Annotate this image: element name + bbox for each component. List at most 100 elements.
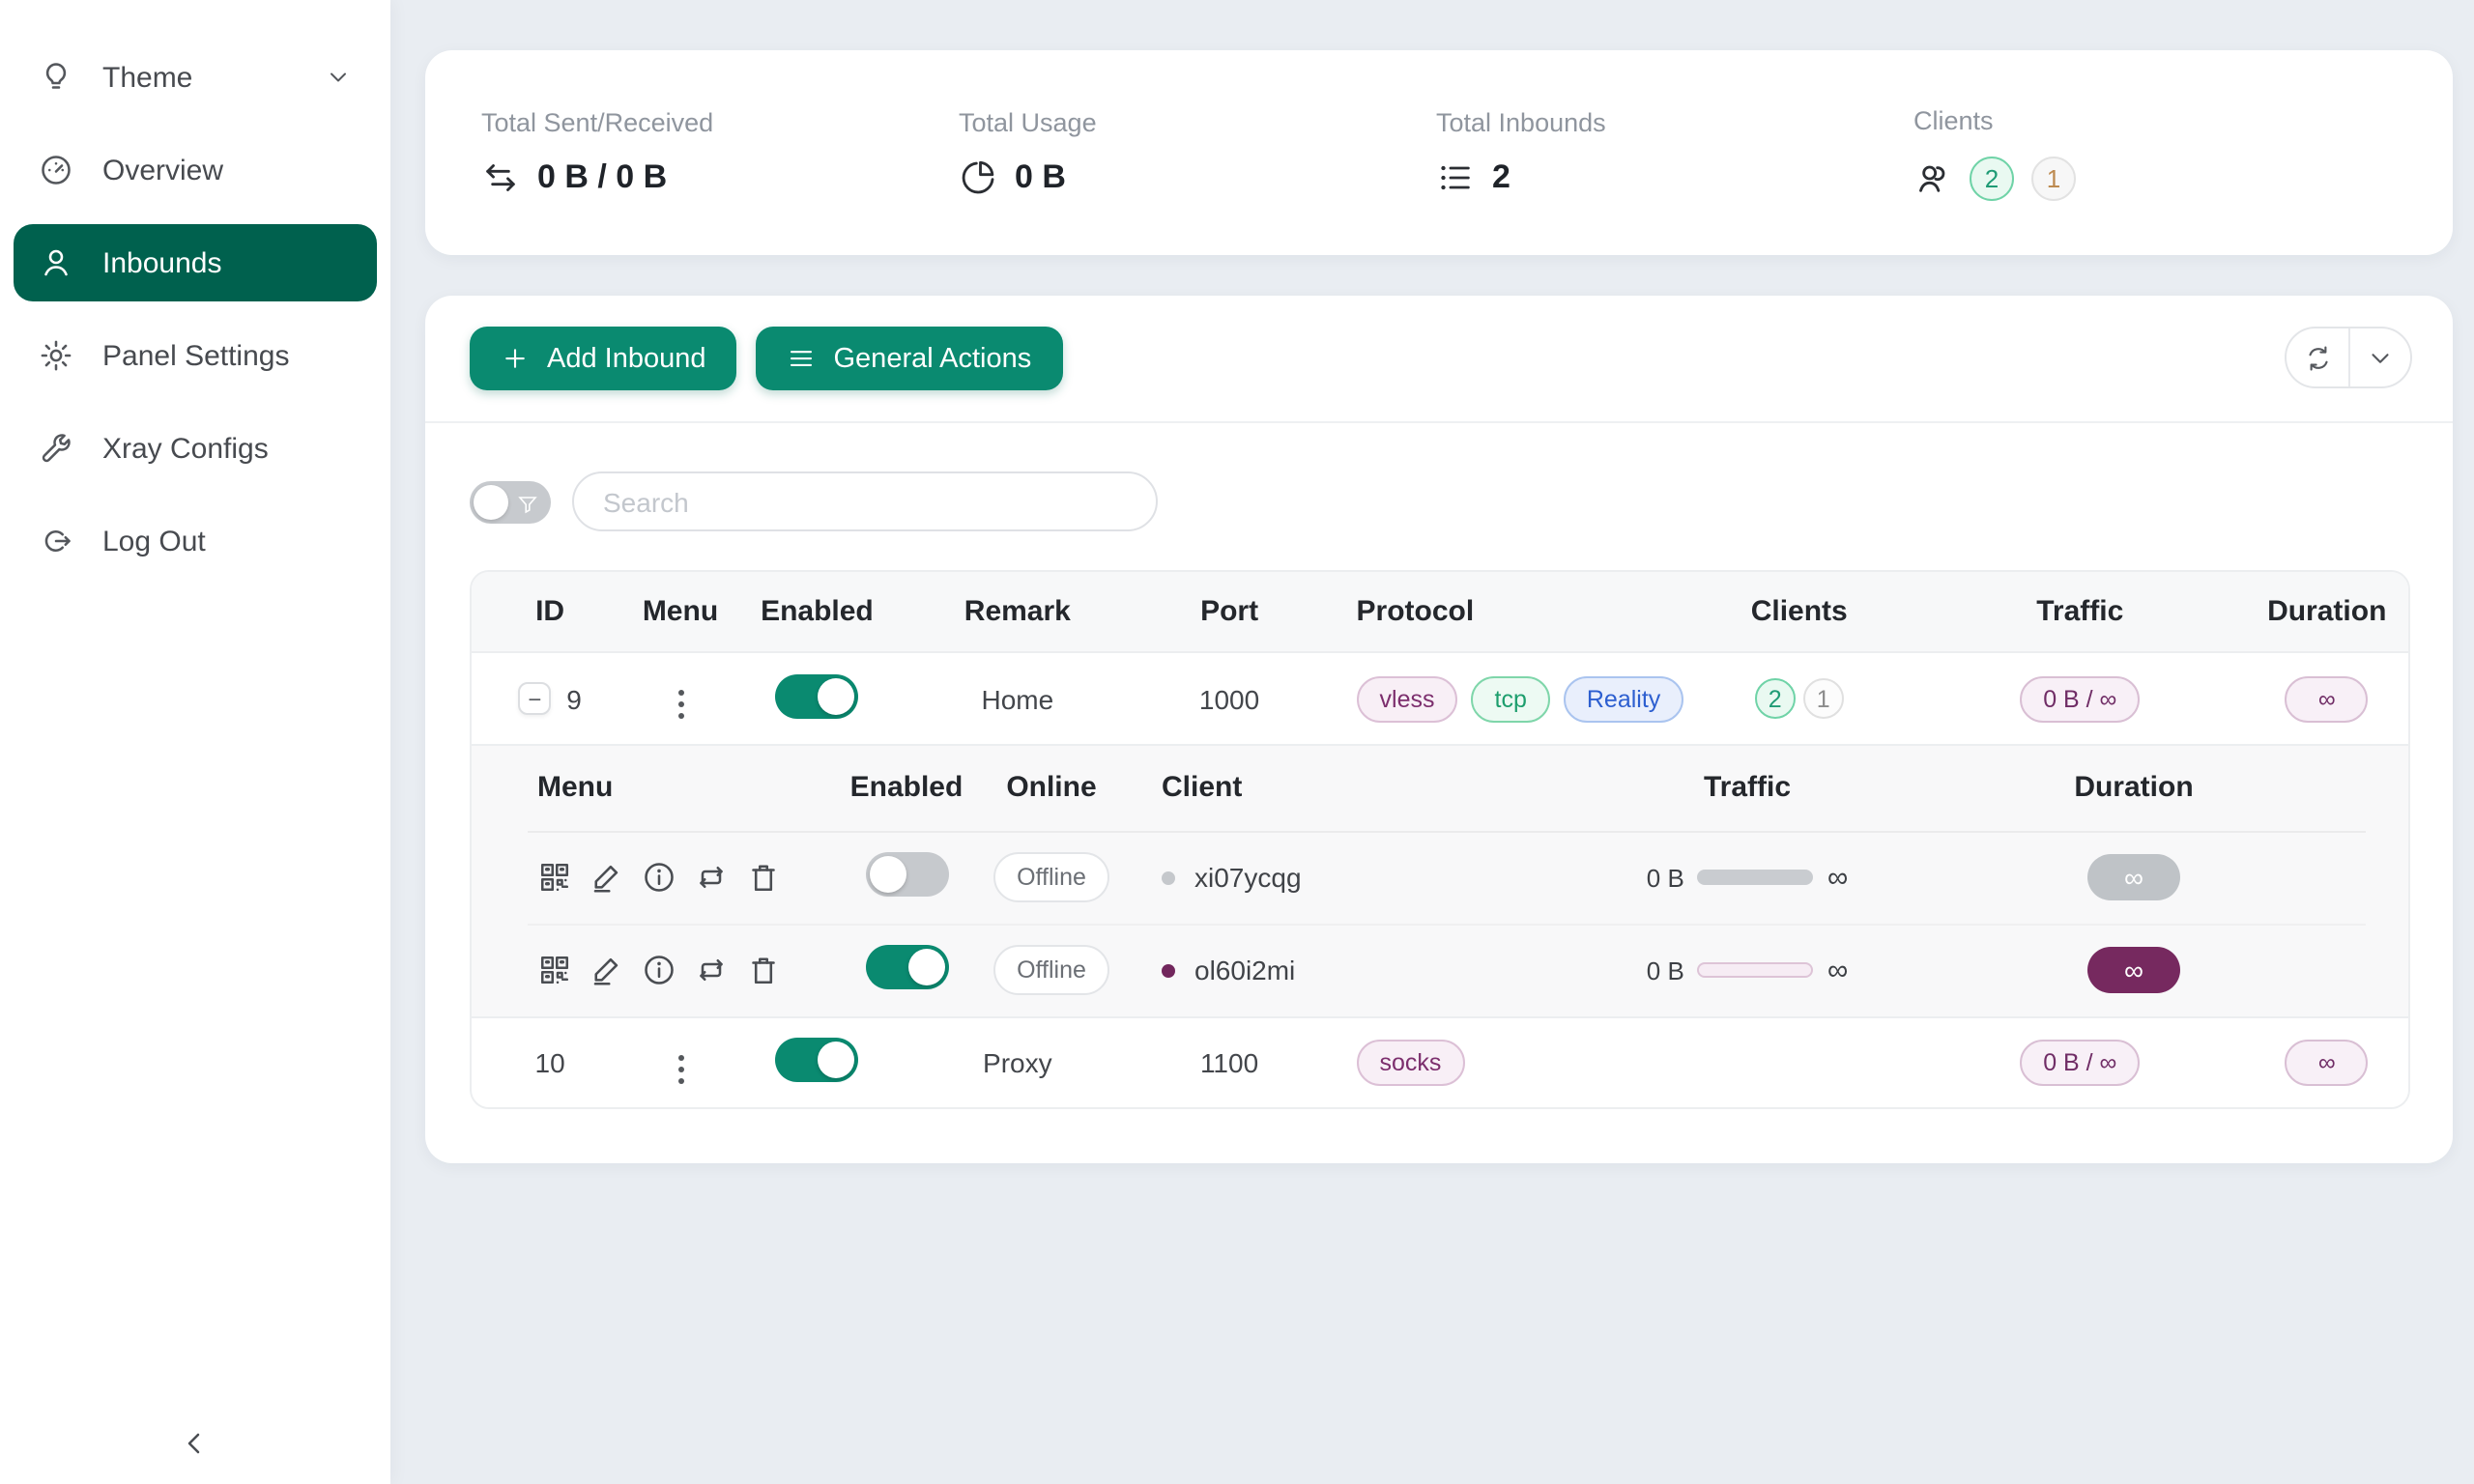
qr-code-icon[interactable] bbox=[537, 860, 572, 895]
traffic-bar bbox=[1698, 963, 1814, 979]
inbounds-table: ID Menu Enabled Remark Port Protocol Cli… bbox=[470, 570, 2410, 1109]
col-traffic: Traffic bbox=[1914, 572, 2245, 653]
col-online: Online bbox=[964, 746, 1138, 831]
funnel-icon bbox=[516, 490, 539, 513]
edit-icon[interactable] bbox=[590, 954, 624, 988]
client-enabled-toggle[interactable] bbox=[865, 852, 948, 897]
delete-icon[interactable] bbox=[746, 860, 781, 895]
col-id: ID bbox=[472, 572, 628, 653]
online-status-badge: Offline bbox=[993, 852, 1109, 902]
sidebar-item-label: Panel Settings bbox=[102, 339, 289, 372]
main-content: Total Sent/Received 0 B / 0 B Total Usag… bbox=[390, 0, 2474, 1484]
chevron-down-icon bbox=[325, 64, 352, 91]
sidebar-item-label: Overview bbox=[102, 154, 223, 186]
inbound-enabled-toggle[interactable] bbox=[775, 673, 858, 718]
search-row bbox=[470, 471, 2412, 531]
traffic-pill[interactable]: 0 B / ∞ bbox=[2020, 675, 2140, 722]
duration-pill[interactable]: ∞ bbox=[2087, 948, 2180, 994]
inbound-remark: Home bbox=[902, 653, 1134, 746]
filter-toggle[interactable] bbox=[470, 480, 551, 523]
refresh-button[interactable] bbox=[2287, 328, 2348, 386]
people-icon bbox=[1913, 158, 1952, 197]
col-client: Client bbox=[1138, 746, 1593, 831]
client-row: Offline ol60i2mi 0 B ∞ bbox=[528, 924, 2366, 1016]
reset-traffic-icon[interactable] bbox=[694, 860, 729, 895]
general-actions-button[interactable]: General Actions bbox=[757, 327, 1063, 390]
stat-label: Total Inbounds bbox=[1436, 108, 1913, 137]
sidebar-item-inbounds[interactable]: Inbounds bbox=[14, 224, 377, 301]
sidebar-item-log-out[interactable]: Log Out bbox=[14, 502, 377, 580]
stat-label: Clients bbox=[1913, 105, 2391, 134]
delete-icon[interactable] bbox=[746, 954, 781, 988]
info-icon[interactable] bbox=[642, 860, 676, 895]
stat-total-usage: Total Usage 0 B bbox=[959, 108, 1436, 197]
client-enabled-toggle[interactable] bbox=[865, 946, 948, 990]
traffic-used: 0 B bbox=[1647, 863, 1684, 892]
stat-value: 0 B / 0 B bbox=[537, 158, 667, 197]
security-pill: Reality bbox=[1564, 675, 1683, 722]
logout-icon bbox=[39, 524, 73, 558]
sidebar-item-label: Inbounds bbox=[102, 246, 221, 279]
gear-icon bbox=[39, 338, 73, 373]
qr-code-icon[interactable] bbox=[537, 954, 572, 988]
inbound-enabled-toggle[interactable] bbox=[775, 1038, 858, 1082]
client-row: Offline xi07ycqg 0 B ∞ bbox=[528, 831, 2366, 924]
col-menu: Menu bbox=[528, 746, 849, 831]
refresh-icon bbox=[2303, 343, 2332, 372]
clients-depleted-badge: 1 bbox=[1803, 678, 1844, 719]
col-duration: Duration bbox=[1902, 746, 2366, 831]
traffic-pill[interactable]: 0 B / ∞ bbox=[2020, 1040, 2140, 1086]
chevron-down-icon bbox=[2366, 343, 2395, 372]
traffic-bar bbox=[1698, 870, 1814, 885]
col-clients: Clients bbox=[1683, 572, 1914, 653]
sidebar-item-xray-configs[interactable]: Xray Configs bbox=[14, 410, 377, 487]
stat-label: Total Sent/Received bbox=[481, 108, 959, 137]
clients-depleted-badge: 1 bbox=[2031, 156, 2076, 200]
duration-pill[interactable]: ∞ bbox=[2286, 675, 2369, 722]
refresh-options-button[interactable] bbox=[2348, 328, 2410, 386]
lightbulb-icon bbox=[39, 60, 73, 95]
app-root: Theme Overview Inbounds Panel Settings bbox=[0, 0, 2474, 1484]
stat-value: 0 B bbox=[1015, 158, 1066, 197]
pie-chart-icon bbox=[959, 158, 997, 197]
client-color-dot bbox=[1162, 964, 1175, 978]
menu-lines-icon bbox=[788, 344, 817, 373]
sidebar-item-label: Log Out bbox=[102, 525, 206, 557]
sidebar-item-panel-settings[interactable]: Panel Settings bbox=[14, 317, 377, 394]
duration-pill[interactable]: ∞ bbox=[2087, 854, 2180, 900]
dashboard-icon bbox=[39, 153, 73, 187]
transport-pill: tcp bbox=[1472, 675, 1550, 722]
inbound-row-10: 10 Proxy 1100 socks 0 B / ∞ ∞ bbox=[472, 1018, 2408, 1107]
protocol-pill: vless bbox=[1357, 675, 1458, 722]
sidebar-item-label: Xray Configs bbox=[102, 432, 269, 465]
duration-pill[interactable]: ∞ bbox=[2286, 1040, 2369, 1086]
add-inbound-button[interactable]: Add Inbound bbox=[470, 327, 737, 390]
sidebar-item-theme[interactable]: Theme bbox=[14, 39, 377, 116]
stats-card: Total Sent/Received 0 B / 0 B Total Usag… bbox=[425, 50, 2453, 255]
reset-traffic-icon[interactable] bbox=[694, 954, 729, 988]
refresh-split-button bbox=[2285, 327, 2412, 388]
plus-icon bbox=[501, 344, 530, 373]
inbound-remark: Proxy bbox=[902, 1018, 1134, 1107]
edit-icon[interactable] bbox=[590, 860, 624, 895]
col-menu: Menu bbox=[628, 572, 733, 653]
sidebar-item-overview[interactable]: Overview bbox=[14, 131, 377, 209]
stat-total-inbounds: Total Inbounds 2 bbox=[1436, 108, 1913, 197]
info-icon[interactable] bbox=[642, 954, 676, 988]
search-input[interactable] bbox=[572, 471, 1158, 531]
col-enabled: Enabled bbox=[849, 746, 964, 831]
row-menu-button[interactable] bbox=[666, 682, 695, 727]
row-menu-button[interactable] bbox=[666, 1046, 695, 1091]
stat-clients: Clients 2 1 bbox=[1913, 105, 2391, 200]
inbound-id: 9 bbox=[566, 683, 582, 714]
toolbar: Add Inbound General Actions bbox=[470, 327, 2412, 390]
add-inbound-label: Add Inbound bbox=[547, 343, 706, 374]
client-color-dot bbox=[1162, 870, 1175, 884]
sidebar: Theme Overview Inbounds Panel Settings bbox=[0, 0, 390, 1484]
stat-value: 2 bbox=[1492, 158, 1510, 197]
stat-label: Total Usage bbox=[959, 108, 1436, 137]
online-status-badge: Offline bbox=[993, 946, 1109, 996]
client-name: xi07ycqg bbox=[1194, 862, 1302, 893]
sidebar-collapse-button[interactable] bbox=[174, 1422, 216, 1465]
collapse-row-button[interactable]: − bbox=[518, 682, 551, 715]
